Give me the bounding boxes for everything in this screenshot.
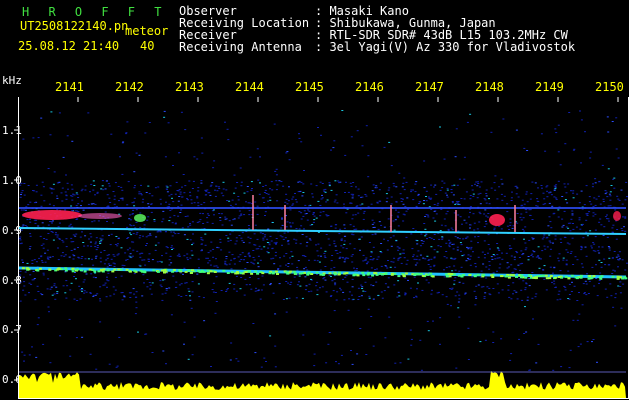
- spectrogram-plot: [14, 97, 628, 398]
